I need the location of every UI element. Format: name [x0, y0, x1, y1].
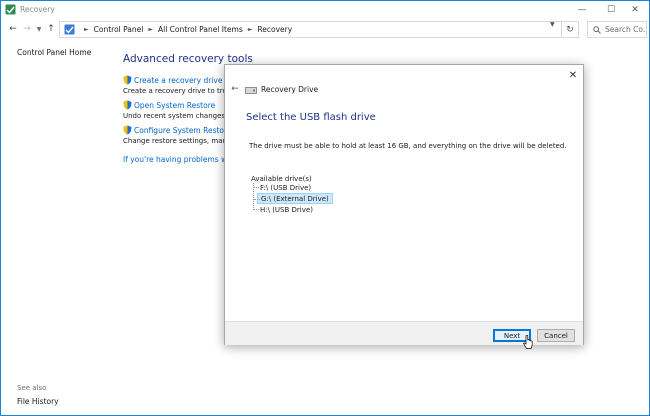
- search-placeholder: Search Co...: [605, 25, 647, 34]
- dialog-heading: Select the USB flash drive: [246, 112, 376, 123]
- chevron-down-icon[interactable]: ▼: [550, 21, 555, 28]
- see-also-label: See also: [17, 384, 47, 392]
- control-panel-home-link[interactable]: Control Panel Home: [17, 48, 91, 57]
- drive-label: H:\ (USB Drive): [260, 205, 313, 214]
- tool-description: Undo recent system changes, but le: [123, 112, 233, 120]
- tool-description: Create a recovery drive to troublesh: [123, 87, 233, 95]
- shield-icon: [123, 75, 132, 85]
- chevron-right-icon[interactable]: ►: [148, 26, 153, 33]
- drive-item-h[interactable]: H:\ (USB Drive): [253, 204, 316, 215]
- breadcrumb-control-panel[interactable]: Control Panel: [94, 25, 144, 34]
- file-history-link[interactable]: File History: [17, 397, 59, 406]
- close-icon[interactable]: ✕: [621, 1, 649, 18]
- refresh-icon[interactable]: ↻: [562, 21, 579, 38]
- drive-item-g[interactable]: G:\ (External Drive): [254, 193, 333, 204]
- recovery-icon: [5, 4, 16, 15]
- problems-link[interactable]: If you're having problems with your: [123, 155, 233, 164]
- mouse-cursor-icon: [523, 335, 533, 349]
- chevron-right-icon: ►: [84, 26, 89, 33]
- drive-label: G:\ (External Drive): [261, 194, 329, 203]
- open-system-restore-link[interactable]: Open System Restore: [134, 101, 215, 110]
- chevron-right-icon[interactable]: ►: [248, 26, 253, 33]
- address-row: ← → ▼ ↑ ► Control Panel ► All Control Pa…: [1, 18, 649, 40]
- tool-create-recovery-drive: Create a recovery drive Create a recover…: [123, 75, 233, 95]
- minimize-icon[interactable]: —: [568, 1, 596, 18]
- shield-icon: [123, 125, 132, 135]
- shield-icon: [123, 100, 132, 110]
- dialog-title: Recovery Drive: [261, 85, 319, 94]
- up-arrow-icon[interactable]: ↑: [45, 22, 57, 36]
- drive-item-f[interactable]: F:\ (USB Drive): [253, 182, 314, 193]
- address-bar[interactable]: ► Control Panel ► All Control Panel Item…: [59, 21, 562, 38]
- search-input[interactable]: Search Co...: [587, 21, 647, 38]
- cancel-button[interactable]: Cancel: [537, 329, 575, 342]
- back-arrow-icon[interactable]: ←: [229, 83, 241, 95]
- recent-locations-icon[interactable]: ▼: [33, 22, 45, 36]
- configure-system-restore-link[interactable]: Configure System Restore: [134, 126, 232, 135]
- drive-label: F:\ (USB Drive): [260, 183, 312, 192]
- back-arrow-icon[interactable]: ←: [7, 22, 19, 36]
- create-recovery-drive-link[interactable]: Create a recovery drive: [134, 76, 222, 85]
- title-bar: Recovery — ☐ ✕: [1, 1, 649, 18]
- tool-configure-system-restore: Configure System Restore Change restore …: [123, 125, 233, 145]
- close-icon[interactable]: ✕: [565, 68, 581, 82]
- breadcrumb-all-items[interactable]: All Control Panel Items: [158, 25, 243, 34]
- search-icon: [593, 25, 601, 34]
- recovery-drive-dialog: ✕ ← Recovery Drive Select the USB flash …: [224, 64, 584, 345]
- dialog-description: The drive must be able to hold at least …: [249, 142, 567, 150]
- forward-arrow-icon[interactable]: →: [21, 22, 33, 36]
- tool-description: Change restore settings, manage di: [123, 137, 233, 145]
- tool-open-system-restore: Open System Restore Undo recent system c…: [123, 100, 233, 120]
- control-panel-icon: [64, 24, 75, 35]
- window-title: Recovery: [20, 5, 55, 14]
- breadcrumb-recovery[interactable]: Recovery: [257, 25, 292, 34]
- usb-drive-icon: [245, 87, 257, 94]
